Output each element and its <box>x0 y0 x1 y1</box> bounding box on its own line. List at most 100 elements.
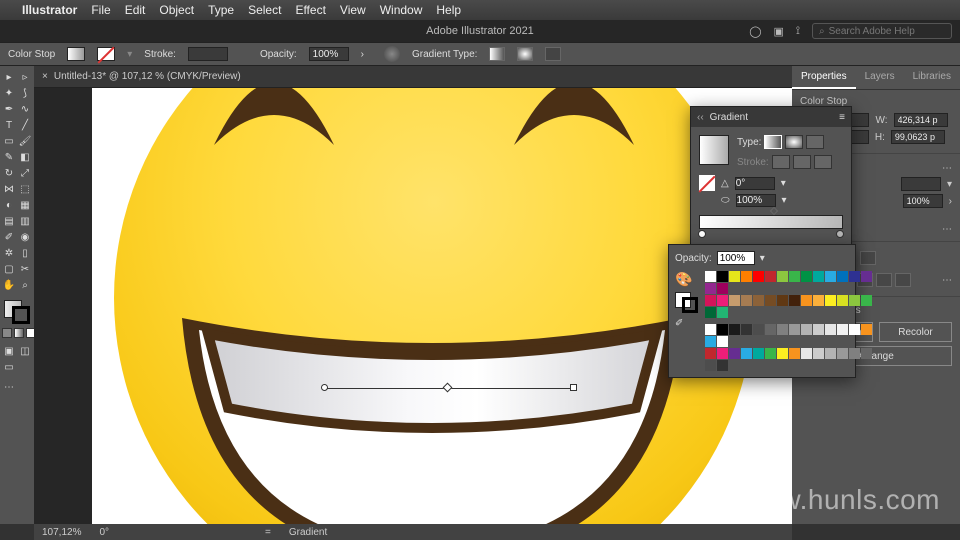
swatch[interactable] <box>705 336 716 347</box>
swatch[interactable] <box>825 295 836 306</box>
swatch[interactable] <box>753 271 764 282</box>
swatch[interactable] <box>777 271 788 282</box>
gradient-preview[interactable] <box>699 135 729 165</box>
swatch[interactable] <box>765 348 776 359</box>
artboard-tool[interactable]: ▢ <box>2 262 16 276</box>
gradient-slider[interactable] <box>699 215 843 229</box>
type-linear-button[interactable] <box>764 135 782 149</box>
swatch[interactable] <box>861 295 872 306</box>
gradient-stop[interactable] <box>836 230 844 238</box>
swatch[interactable] <box>777 295 788 306</box>
stroke-input[interactable] <box>901 177 941 191</box>
swatch[interactable] <box>765 295 776 306</box>
eyedropper-tool[interactable]: ✐ <box>2 230 16 244</box>
curvature-tool[interactable]: ∿ <box>18 102 32 116</box>
width-tool[interactable]: ⋈ <box>2 182 16 196</box>
menu-app[interactable]: Illustrator <box>22 3 77 17</box>
tab-layers[interactable]: Layers <box>856 66 904 89</box>
slice-tool[interactable]: ✂ <box>18 262 32 276</box>
swatch[interactable] <box>729 324 740 335</box>
swatch[interactable] <box>729 295 740 306</box>
align-bottom-icon[interactable] <box>895 273 911 287</box>
swatch[interactable] <box>705 271 716 282</box>
type-tool[interactable]: T <box>2 118 16 132</box>
shaper-tool[interactable]: ✎ <box>2 150 16 164</box>
swatch[interactable] <box>705 283 716 294</box>
swatch[interactable] <box>717 324 728 335</box>
rotate-tool[interactable]: ↻ <box>2 166 16 180</box>
symbol-sprayer-tool[interactable]: ✲ <box>2 246 16 260</box>
swatch[interactable] <box>741 324 752 335</box>
swatch[interactable] <box>717 360 728 371</box>
swatch[interactable] <box>825 271 836 282</box>
rotate-view[interactable]: 0° <box>99 527 109 538</box>
swatch-opacity-input[interactable] <box>717 251 755 265</box>
gradient-midpoint[interactable] <box>770 207 778 215</box>
rectangle-tool[interactable]: ▭ <box>2 134 16 148</box>
edit-toolbar-button[interactable]: ⋯ <box>2 380 16 394</box>
swatch[interactable] <box>813 348 824 359</box>
stroke-weight-input[interactable] <box>188 47 228 61</box>
type-freeform-button[interactable] <box>806 135 824 149</box>
swatch[interactable] <box>753 348 764 359</box>
gradient-freeform-button[interactable] <box>545 47 561 61</box>
swatch[interactable] <box>801 324 812 335</box>
menu-object[interactable]: Object <box>159 3 194 17</box>
swatch[interactable] <box>849 271 860 282</box>
menu-type[interactable]: Type <box>208 3 234 17</box>
type-radial-button[interactable] <box>785 135 803 149</box>
swatch[interactable] <box>741 295 752 306</box>
swatch[interactable] <box>777 348 788 359</box>
gradient-start-handle[interactable] <box>321 384 328 391</box>
swatch[interactable] <box>825 324 836 335</box>
graph-tool[interactable]: ▯ <box>18 246 32 260</box>
direct-selection-tool[interactable]: ▹ <box>18 70 32 84</box>
reverse-gradient-icon[interactable] <box>699 175 715 191</box>
cloud-sync-icon[interactable]: ◯ <box>749 25 761 38</box>
swatch[interactable] <box>849 348 860 359</box>
swatch[interactable] <box>789 348 800 359</box>
swatch[interactable] <box>813 271 824 282</box>
swatch[interactable] <box>789 271 800 282</box>
swatch[interactable] <box>801 295 812 306</box>
swatch[interactable] <box>837 348 848 359</box>
stroke-swatch[interactable] <box>97 47 115 61</box>
swatch[interactable] <box>837 324 848 335</box>
align-vcenter-icon[interactable] <box>876 273 892 287</box>
prop-opacity-input[interactable] <box>903 194 943 208</box>
swatch[interactable] <box>813 324 824 335</box>
swatch[interactable] <box>837 271 848 282</box>
gradient-tool[interactable]: ▥ <box>18 214 32 228</box>
swatch[interactable] <box>861 324 872 335</box>
opacity-input[interactable] <box>309 47 349 61</box>
swatch[interactable] <box>801 271 812 282</box>
swatch[interactable] <box>837 295 848 306</box>
swatch[interactable] <box>861 348 872 359</box>
gradient-linear-button[interactable] <box>489 47 505 61</box>
swatch[interactable] <box>717 295 728 306</box>
swatch[interactable] <box>717 348 728 359</box>
swatch[interactable] <box>861 271 872 282</box>
help-search[interactable]: ⌕Search Adobe Help <box>812 23 952 39</box>
tab-properties[interactable]: Properties <box>792 66 856 89</box>
pen-tool[interactable]: ✒ <box>2 102 16 116</box>
swatch[interactable] <box>825 348 836 359</box>
tab-libraries[interactable]: Libraries <box>904 66 960 89</box>
share-icon[interactable]: ▣ <box>774 25 784 38</box>
zoom-tool[interactable]: ⌕ <box>18 278 32 292</box>
menu-edit[interactable]: Edit <box>125 3 146 17</box>
fill-swatch[interactable] <box>67 47 85 61</box>
menu-window[interactable]: Window <box>380 3 423 17</box>
swatch[interactable] <box>705 307 716 318</box>
swatch[interactable] <box>765 324 776 335</box>
draw-behind-button[interactable]: ◫ <box>18 344 32 358</box>
swatch[interactable] <box>801 348 812 359</box>
swatch[interactable] <box>717 271 728 282</box>
hand-tool[interactable]: ✋ <box>2 278 16 292</box>
menu-help[interactable]: Help <box>436 3 461 17</box>
pathfinder-icon[interactable] <box>860 251 876 265</box>
draw-normal-button[interactable]: ▣ <box>2 344 16 358</box>
menu-file[interactable]: File <box>91 3 110 17</box>
panel-menu-icon[interactable]: ≡ <box>839 112 845 123</box>
w-input[interactable] <box>894 113 948 127</box>
